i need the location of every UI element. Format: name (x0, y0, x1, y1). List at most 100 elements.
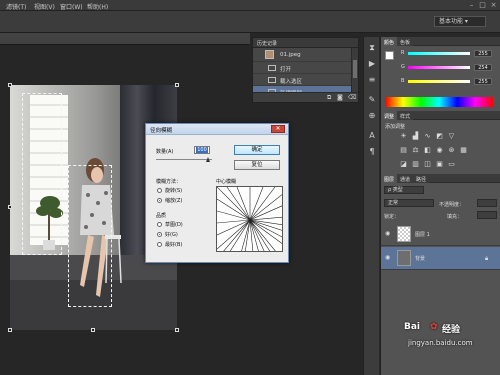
menu-view[interactable]: 视图(V) (34, 2, 55, 11)
color-balance-icon[interactable]: ⚖ (411, 146, 420, 154)
exposure-icon[interactable]: ◩ (435, 132, 444, 140)
brightness-icon[interactable]: ☀ (399, 132, 408, 140)
tab-swatches[interactable]: 色板 (397, 37, 414, 46)
history-snapshot[interactable]: 01.jpeg (253, 48, 351, 62)
selective-color-icon[interactable]: ▣ (435, 160, 444, 168)
blur-method-label: 模糊方法： (156, 179, 182, 185)
hue-icon[interactable]: ▤ (399, 146, 408, 154)
color-spectrum-bar[interactable] (385, 97, 493, 107)
ok-button[interactable]: 确定 (234, 145, 280, 155)
b-value[interactable]: 255 (474, 78, 492, 85)
menu-window[interactable]: 窗口(W) (60, 2, 83, 11)
best-label: 最好(B) (165, 242, 183, 248)
black-white-icon[interactable]: ◧ (423, 146, 432, 154)
tab-paths[interactable]: 路径 (413, 174, 430, 183)
history-step-icon (268, 77, 276, 83)
transform-handle[interactable] (8, 205, 12, 209)
right-dock: 颜色 色板 R 255 G 254 B 255 调整 样式 添加调整 ☀ ▟ ∿… (380, 37, 500, 375)
minimize-icon[interactable]: – (467, 1, 476, 9)
trash-icon[interactable]: ⌫ (348, 94, 356, 101)
zoom-radio[interactable] (157, 198, 162, 203)
fill-field[interactable] (477, 211, 497, 219)
history-scrollbar[interactable] (351, 48, 358, 94)
history-icon[interactable]: ⧗ (367, 43, 377, 53)
tab-styles[interactable]: 样式 (397, 111, 414, 120)
foreground-swatch[interactable] (385, 51, 394, 60)
maximize-icon[interactable]: □ (478, 1, 487, 9)
b-slider[interactable] (408, 80, 470, 83)
channel-b-label: B (401, 78, 405, 84)
lock-label: 锁定： (384, 214, 400, 220)
reset-button[interactable]: 复位 (234, 160, 280, 170)
paragraph-icon[interactable]: ¶ (367, 147, 377, 157)
character-icon[interactable]: A (367, 131, 377, 141)
g-slider[interactable] (408, 66, 470, 69)
eye-icon[interactable]: ◉ (385, 254, 393, 261)
menu-filter[interactable]: 滤镜(T) (6, 2, 26, 11)
levels-icon[interactable]: ▟ (411, 132, 420, 140)
gradient-map-icon[interactable]: ▭ (447, 160, 456, 168)
tab-adjustments[interactable]: 调整 (381, 111, 398, 120)
transform-handle[interactable] (175, 328, 179, 332)
channel-r-label: R (401, 50, 405, 56)
good-radio[interactable] (157, 232, 162, 237)
clone-source-icon[interactable]: ⊕ (367, 111, 377, 121)
r-slider[interactable] (408, 52, 470, 55)
dialog-close-button[interactable]: ✕ (271, 125, 285, 133)
vibrance-icon[interactable]: ▽ (447, 132, 456, 140)
eye-icon[interactable]: ◉ (385, 230, 393, 237)
blend-mode-select[interactable]: 正常 (384, 199, 434, 207)
workspace-switcher[interactable]: 基本功能 ▾ (434, 16, 486, 27)
draft-radio[interactable] (157, 222, 162, 227)
amount-input[interactable]: 100 (194, 146, 210, 154)
transform-handle[interactable] (175, 83, 179, 87)
close-icon[interactable]: × (489, 1, 498, 9)
tab-layers[interactable]: 图层 (381, 174, 398, 183)
camera-icon[interactable]: ◙ (337, 94, 343, 101)
layer-row-background[interactable]: ◉ 背景 🔒︎ (381, 247, 500, 270)
actions-icon[interactable]: ▶ (367, 59, 377, 69)
layer-row-layer1[interactable]: ◉ 图层 1 (381, 223, 500, 246)
curves-icon[interactable]: ∿ (423, 132, 432, 140)
transform-handle[interactable] (91, 328, 95, 332)
adjustments-title: 添加调整 (385, 124, 406, 130)
history-item-open[interactable]: 打开 (253, 62, 351, 74)
tab-color[interactable]: 颜色 (381, 37, 398, 46)
options-bar: 基本功能 ▾ (0, 11, 500, 33)
menu-help[interactable]: 帮助(H) (87, 2, 108, 11)
blur-center-preview[interactable] (216, 186, 283, 252)
document-tab[interactable] (0, 33, 250, 45)
color-lookup-icon[interactable]: ▦ (459, 146, 468, 154)
invert-icon[interactable]: ◪ (399, 160, 408, 168)
history-step-icon (268, 65, 276, 71)
history-item-label: 载入选区 (280, 79, 303, 85)
best-radio[interactable] (157, 242, 162, 247)
scroll-thumb[interactable] (353, 60, 357, 78)
watermark-paw-icon: ✿ (430, 322, 438, 332)
history-item-load-selection[interactable]: 载入选区 (253, 74, 351, 86)
properties-icon[interactable]: ≡ (367, 75, 377, 85)
snapshot-thumb-icon (265, 50, 274, 59)
transform-handle[interactable] (8, 328, 12, 332)
history-item-label: 打开 (280, 67, 292, 73)
threshold-icon[interactable]: ◫ (423, 160, 432, 168)
menu-bar: 滤镜(T) 视图(V) 窗口(W) 帮助(H) – □ × (0, 0, 500, 11)
watermark-url: jingyan.baidu.com (408, 339, 473, 347)
g-value[interactable]: 254 (474, 64, 492, 71)
spin-radio[interactable] (157, 188, 162, 193)
new-document-icon[interactable]: ⧉ (327, 94, 331, 102)
photo-filter-icon[interactable]: ◉ (435, 146, 444, 154)
history-tab[interactable]: 历史记录 (253, 38, 358, 48)
r-value[interactable]: 255 (474, 50, 492, 57)
tab-channels[interactable]: 通道 (397, 174, 414, 183)
channel-mixer-icon[interactable]: ⊛ (447, 146, 456, 154)
posterize-icon[interactable]: ▥ (411, 160, 420, 168)
brush-icon[interactable]: ✎ (367, 95, 377, 105)
transform-handle[interactable] (8, 83, 12, 87)
opacity-field[interactable] (477, 199, 497, 207)
layer-filter-select[interactable]: ρ 类型 (384, 186, 424, 194)
adjust-panel-tabs: 调整 样式 (381, 111, 500, 120)
spin-label: 旋转(S) (165, 188, 183, 194)
amount-slider-track[interactable] (156, 159, 212, 160)
zoom-lines-graphic (217, 187, 282, 251)
